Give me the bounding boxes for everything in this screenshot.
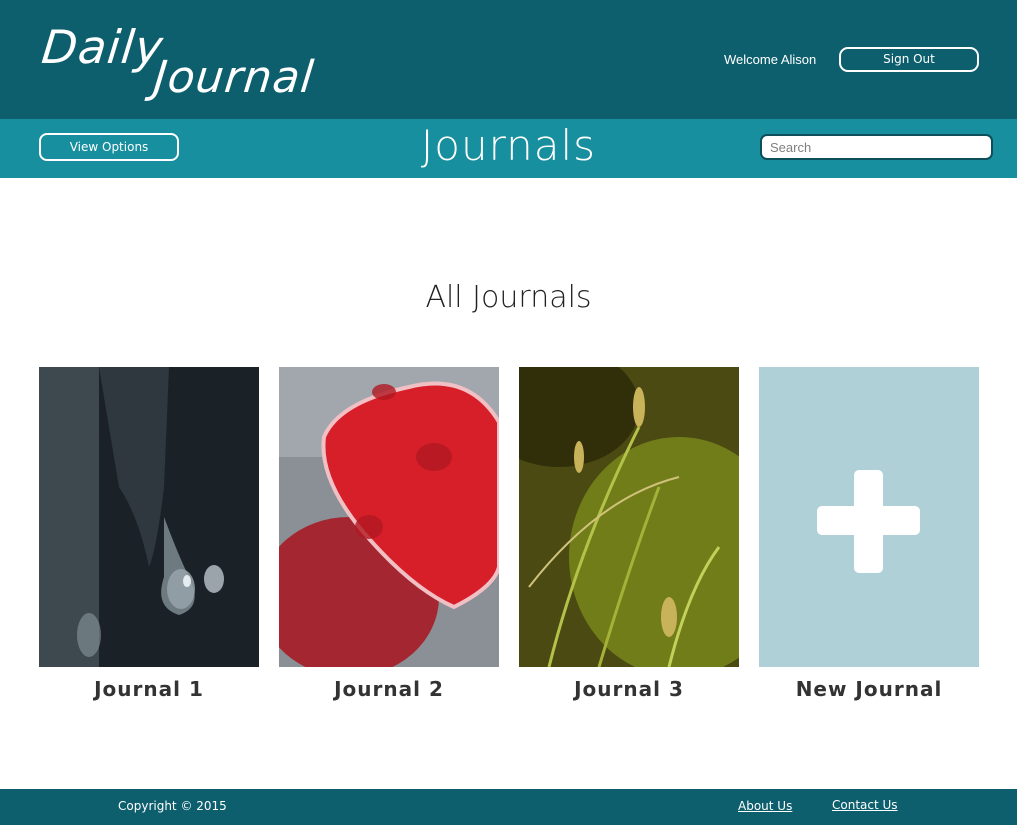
logo-line-daily: Daily xyxy=(39,20,167,74)
journal-1-thumbnail[interactable] xyxy=(39,367,259,667)
new-journal-card[interactable]: New Journal xyxy=(759,367,979,707)
logo-line-journal: Journal xyxy=(151,52,317,103)
journal-1-label[interactable]: Journal 1 xyxy=(39,677,259,701)
section-title: All Journals xyxy=(425,280,592,315)
journal-card-2[interactable]: Journal 2 xyxy=(279,367,499,707)
water-drop-image xyxy=(39,367,259,667)
about-us-link[interactable]: About Us xyxy=(738,799,792,813)
journal-3-label[interactable]: Journal 3 xyxy=(519,677,739,701)
grass-image xyxy=(519,367,739,667)
plus-icon-bar[interactable] xyxy=(817,506,920,535)
sign-out-button[interactable]: Sign Out xyxy=(839,47,979,72)
journal-card-1[interactable]: Journal 1 xyxy=(39,367,259,707)
copyright-text: Copyright © 2015 xyxy=(118,799,227,813)
red-heart-image xyxy=(279,367,499,667)
search-input[interactable] xyxy=(760,134,993,160)
welcome-message: Welcome Alison xyxy=(724,52,817,67)
journal-2-label[interactable]: Journal 2 xyxy=(279,677,499,701)
journal-3-thumbnail[interactable] xyxy=(519,367,739,667)
new-journal-tile[interactable] xyxy=(759,367,979,667)
contact-us-link[interactable]: Contact Us xyxy=(832,798,898,812)
site-header: Daily Journal Welcome Alison Sign Out xyxy=(0,0,1017,119)
journal-card-3[interactable]: Journal 3 xyxy=(519,367,739,707)
new-journal-label[interactable]: New Journal xyxy=(759,677,979,701)
site-footer: Copyright © 2015 About Us Contact Us xyxy=(0,789,1017,825)
journals-toolbar: View Options Journals xyxy=(0,119,1017,178)
journal-2-thumbnail[interactable] xyxy=(279,367,499,667)
daily-journal-logo[interactable]: Daily Journal xyxy=(38,16,328,106)
